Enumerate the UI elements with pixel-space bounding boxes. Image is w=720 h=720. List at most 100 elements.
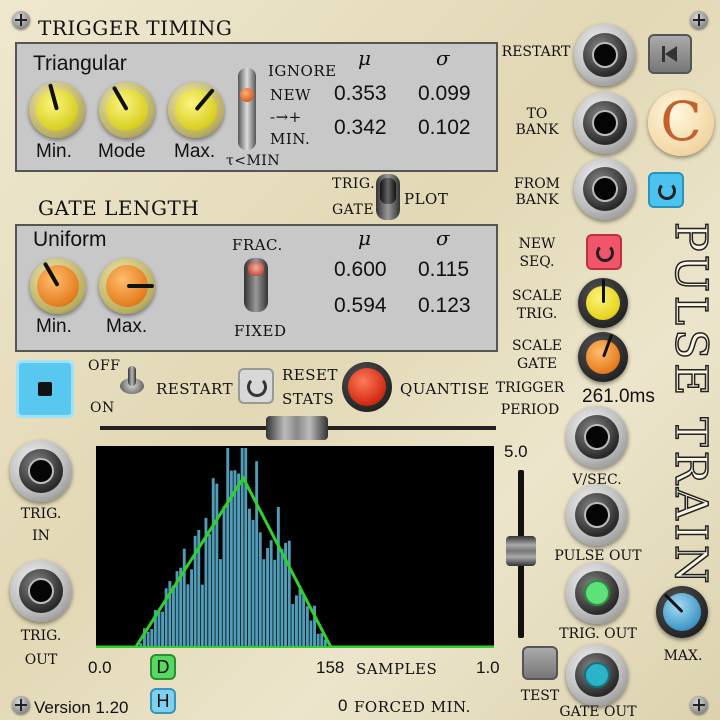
- to-bank-label-1: TO: [526, 106, 548, 122]
- v-sec-jack[interactable]: [566, 406, 628, 468]
- gate-mu-measured: 0.594: [334, 294, 387, 317]
- trigger-mode-label: Mode: [98, 141, 146, 162]
- tau-option-min: MIN.: [270, 130, 311, 148]
- histogram-bar: [320, 633, 324, 648]
- quantise-button[interactable]: [342, 362, 392, 412]
- tau-option-shift: -→+: [270, 108, 302, 126]
- y-scale-slider-handle[interactable]: [506, 536, 536, 566]
- histogram-bar: [269, 540, 273, 648]
- gate-fixed-label: FIXED: [234, 322, 287, 340]
- forced-label: FORCED MIN.: [354, 698, 471, 716]
- stop-button[interactable]: [16, 360, 74, 418]
- trig-out-left-jack[interactable]: [10, 560, 72, 622]
- histogram-bar: [287, 540, 291, 648]
- trigger-min-knob[interactable]: [29, 82, 85, 138]
- run-toggle[interactable]: [118, 366, 146, 396]
- off-label: OFF: [88, 358, 121, 374]
- histogram-bar: [186, 584, 190, 648]
- histogram-bar: [280, 549, 284, 648]
- histogram-bar: [208, 534, 212, 648]
- scale-trig-label-1: SCALE: [512, 288, 562, 304]
- gate-max-label: Max.: [106, 316, 148, 337]
- histogram-bar: [305, 606, 309, 648]
- gate-min-knob[interactable]: [30, 258, 86, 314]
- gate-min-label: Min.: [36, 316, 72, 337]
- tau-label: τ<MIN: [226, 153, 281, 169]
- histogram-bar: [226, 448, 230, 648]
- histogram-bar: [295, 595, 298, 648]
- histogram-bar: [302, 595, 306, 648]
- to-bank-jack[interactable]: [574, 92, 636, 154]
- test-button[interactable]: [522, 646, 558, 680]
- trig-out-left-label-2: OUT: [24, 652, 58, 668]
- plot-range-slider-handle[interactable]: [266, 416, 328, 440]
- tau-mode-switch[interactable]: [238, 68, 256, 150]
- screw-top-right: [690, 11, 708, 29]
- trigger-mode-knob[interactable]: [99, 82, 155, 138]
- max-label: MAX.: [663, 648, 703, 664]
- trigger-max-knob[interactable]: [168, 82, 224, 138]
- plot-select-toggle[interactable]: [376, 174, 400, 220]
- reset-stats-label-2: STATS: [282, 390, 335, 408]
- scale-gate-knob[interactable]: [578, 332, 628, 382]
- reset-stats-label-1: RESET: [282, 366, 338, 384]
- histogram-bar: [161, 611, 164, 648]
- histogram-bar: [233, 470, 237, 648]
- max-knob[interactable]: [656, 586, 708, 638]
- restart-jack[interactable]: [574, 24, 636, 86]
- gate-distribution-label: Uniform: [33, 228, 107, 251]
- trigger-min-label: Min.: [36, 141, 72, 162]
- plot-switch-gate-label: GATE: [332, 202, 375, 218]
- trigger-mu-target: 0.353: [334, 82, 387, 105]
- gate-out-jack[interactable]: [566, 644, 628, 706]
- histogram-bar: [157, 609, 161, 648]
- pulse-out-jack[interactable]: [566, 484, 628, 546]
- to-bank-label-2: BANK: [515, 122, 559, 138]
- module-title: PULSE TRAIN: [664, 221, 717, 588]
- histogram-bar: [316, 633, 320, 648]
- gate-length-title: GATE LENGTH: [38, 196, 200, 220]
- new-seq-button[interactable]: [586, 234, 622, 270]
- reset-stats-button[interactable]: [238, 368, 274, 404]
- restart-button[interactable]: [648, 34, 692, 74]
- histogram-bar: [309, 620, 313, 648]
- histogram-bar: [248, 508, 251, 648]
- trig-in-label-1: TRIG.: [20, 506, 62, 522]
- restart-label: RESTART: [156, 380, 234, 398]
- trigger-timing-title: TRIGGER TIMING: [38, 16, 233, 40]
- x-min-label: 0.0: [88, 658, 112, 677]
- histogram-bar: [276, 507, 280, 648]
- scale-trig-knob[interactable]: [578, 278, 628, 328]
- histogram-bar: [215, 483, 219, 648]
- trig-out-jack[interactable]: [566, 562, 628, 624]
- trigger-sigma-measured: 0.102: [418, 116, 471, 139]
- histogram-bar: [200, 584, 204, 648]
- gate-mode-toggle[interactable]: [244, 258, 268, 312]
- gate-max-knob[interactable]: [99, 258, 155, 314]
- logo: C: [648, 90, 714, 156]
- histogram-bar: [251, 519, 255, 648]
- logo-letter: C: [660, 90, 702, 153]
- trig-in-jack[interactable]: [10, 440, 72, 502]
- histogram-bar: [219, 559, 222, 648]
- histogram-bar: [273, 559, 277, 648]
- from-bank-jack[interactable]: [574, 158, 636, 220]
- trigger-sigma-target: 0.099: [418, 82, 471, 105]
- samples-label: SAMPLES: [356, 660, 438, 678]
- new-seq-icon: [596, 244, 614, 262]
- trigger-period-value: 261.0ms: [582, 386, 655, 407]
- quantise-label: QUANTISE: [400, 380, 490, 398]
- from-bank-button[interactable]: [648, 172, 684, 208]
- refresh-icon: [247, 377, 267, 397]
- histogram-bar: [146, 631, 150, 648]
- gate-sigma-header: σ: [436, 226, 450, 250]
- histogram-bar: [298, 585, 302, 648]
- new-seq-label-2: SEQ.: [519, 254, 555, 270]
- new-seq-label-1: NEW: [518, 236, 556, 252]
- d-button[interactable]: D: [150, 654, 176, 680]
- on-label: ON: [90, 400, 115, 416]
- version-label: Version 1.20: [34, 698, 129, 717]
- h-button[interactable]: H: [150, 688, 176, 714]
- histogram-bar: [222, 506, 226, 648]
- y-scale-label: 5.0: [504, 442, 528, 461]
